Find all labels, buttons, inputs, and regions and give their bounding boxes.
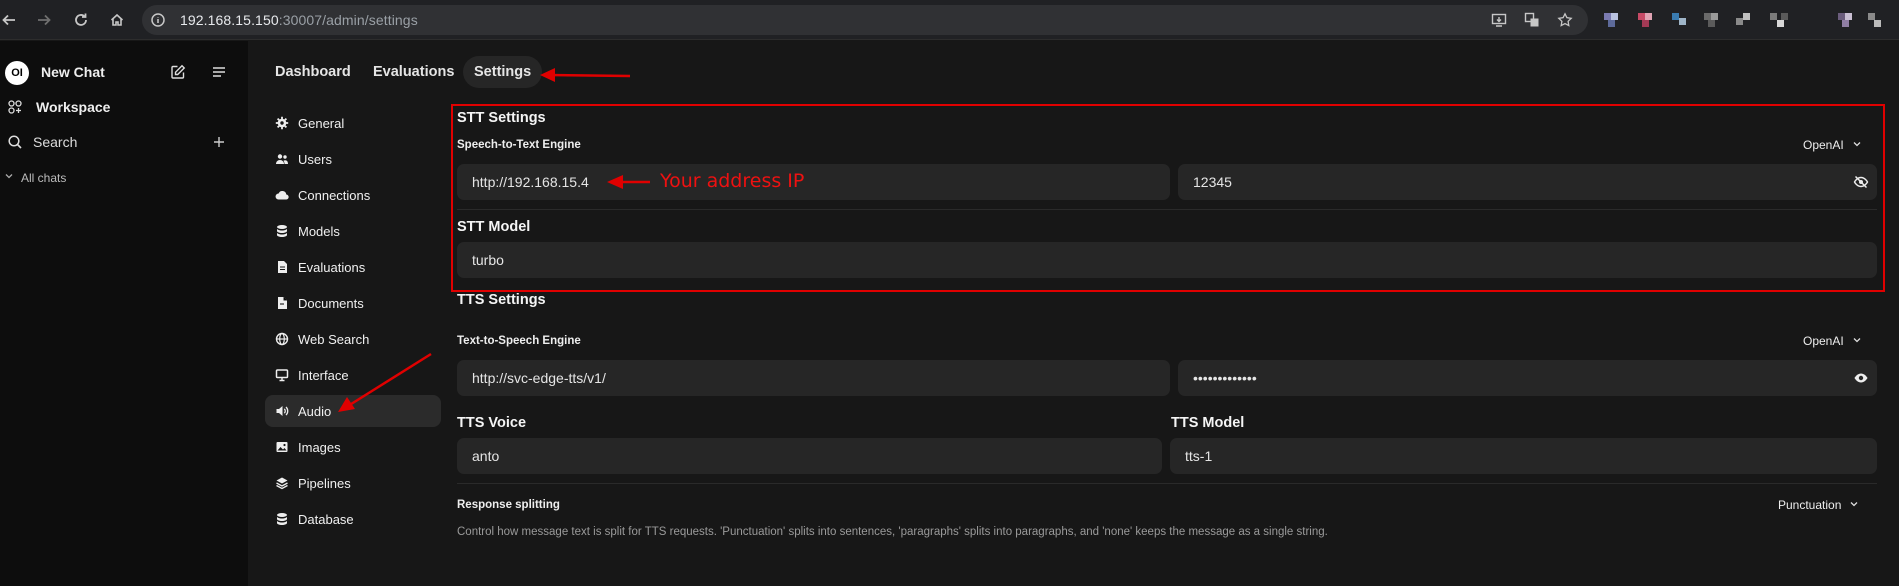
arrow-to-settings-tab	[540, 68, 631, 82]
annotation-arrows	[338, 68, 650, 412]
arrow-to-audio-nav	[338, 352, 432, 412]
arrow-to-ip-field	[607, 175, 650, 189]
ip-annotation-text: Your address IP	[660, 170, 805, 192]
